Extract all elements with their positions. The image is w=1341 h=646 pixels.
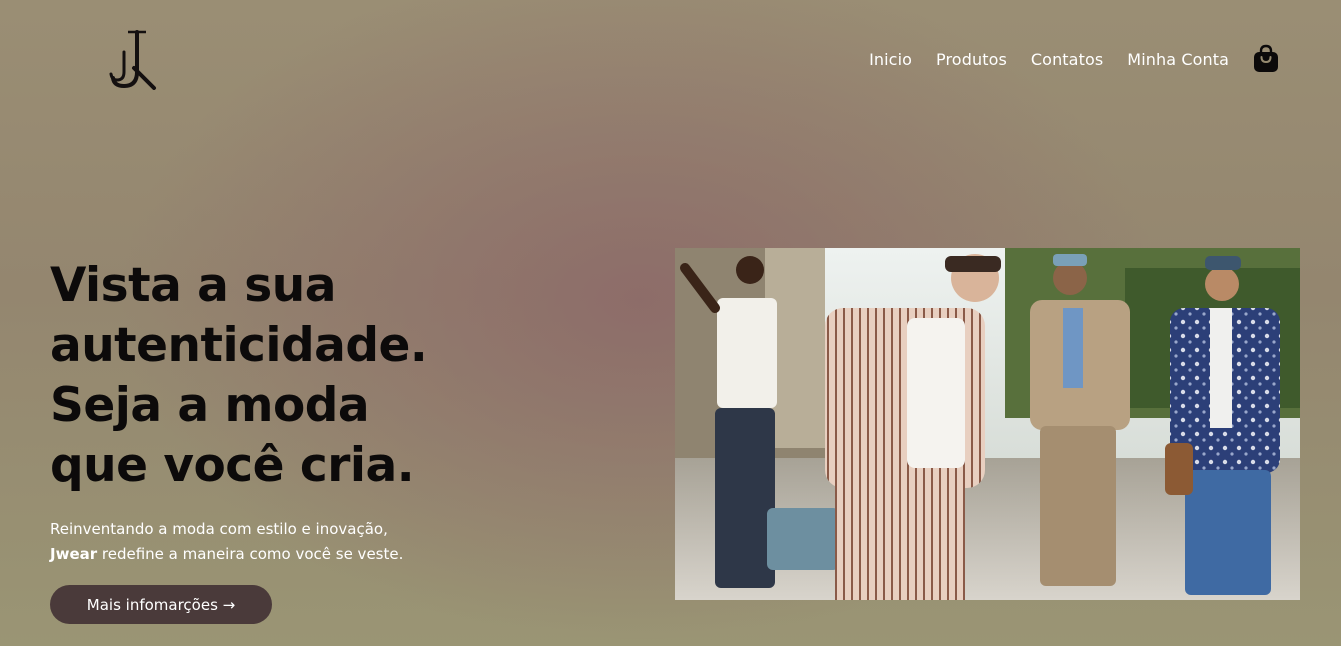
hero-title: Vista a sua autenticidade. Seja a moda q… bbox=[50, 256, 428, 496]
nav-link-contatos[interactable]: Contatos bbox=[1031, 50, 1103, 69]
main-nav: Inicio Produtos Contatos Minha Conta bbox=[869, 44, 1279, 74]
hero-subtitle-line1: Reinventando a moda com estilo e inovaçã… bbox=[50, 520, 388, 538]
more-info-button[interactable]: Mais infomarções → bbox=[50, 585, 272, 624]
hero-title-line: Seja a moda bbox=[50, 378, 370, 433]
nav-link-inicio[interactable]: Inicio bbox=[869, 50, 912, 69]
nav-link-produtos[interactable]: Produtos bbox=[936, 50, 1007, 69]
hero-image bbox=[675, 248, 1300, 600]
brand-name: Jwear bbox=[50, 545, 98, 563]
shopping-bag-icon bbox=[1254, 44, 1278, 72]
jj-logo-icon bbox=[109, 30, 156, 90]
cart-button[interactable] bbox=[1253, 44, 1279, 74]
brand-logo[interactable] bbox=[104, 26, 162, 90]
hero-title-line: que você cria. bbox=[50, 438, 415, 493]
hero-title-line: autenticidade. bbox=[50, 318, 428, 373]
fashion-photo bbox=[675, 248, 1300, 600]
nav-link-minha-conta[interactable]: Minha Conta bbox=[1127, 50, 1229, 69]
hero-subtitle-line2: redefine a maneira como você se veste. bbox=[97, 545, 404, 563]
hero-subtitle: Reinventando a moda com estilo e inovaçã… bbox=[50, 517, 403, 567]
hero-title-line: Vista a sua bbox=[50, 258, 336, 313]
